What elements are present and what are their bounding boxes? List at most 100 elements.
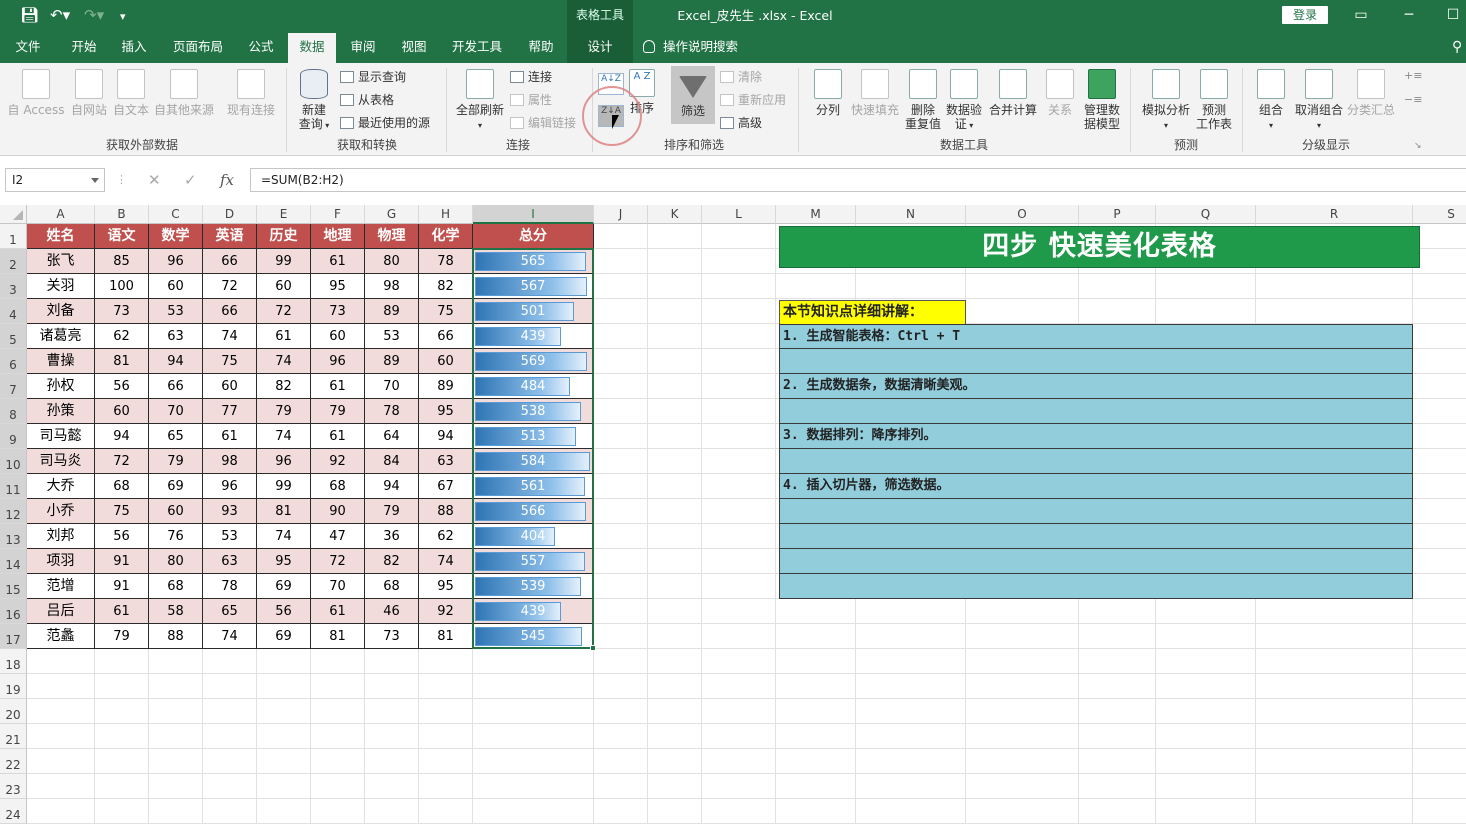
column-header-m[interactable]: M xyxy=(776,205,856,224)
flash-fill-button[interactable]: 快速填充 xyxy=(848,69,902,117)
note-row[interactable] xyxy=(779,574,1413,599)
table-cell[interactable]: 92 xyxy=(311,449,365,474)
row-header-2[interactable]: 2 xyxy=(0,249,27,274)
table-cell[interactable]: 司马炎 xyxy=(27,449,95,474)
table-cell[interactable]: 65 xyxy=(203,599,257,624)
table-cell[interactable]: 73 xyxy=(311,299,365,324)
tell-me-search[interactable]: 操作说明搜索 xyxy=(643,31,738,63)
from-text-button[interactable]: 自文本 xyxy=(110,69,152,117)
row-header-6[interactable]: 6 xyxy=(0,349,27,374)
table-cell[interactable]: 项羽 xyxy=(27,549,95,574)
table-cell[interactable]: 79 xyxy=(149,449,203,474)
minimize-icon[interactable]: ─ xyxy=(1386,0,1432,31)
table-cell[interactable]: 94 xyxy=(419,424,473,449)
dialog-launcher-icon[interactable]: ↘ xyxy=(1414,141,1422,151)
table-cell[interactable]: 72 xyxy=(95,449,149,474)
table-cell[interactable]: 79 xyxy=(311,399,365,424)
table-cell[interactable]: 73 xyxy=(95,299,149,324)
row-header-13[interactable]: 13 xyxy=(0,524,27,549)
tab-view[interactable]: 视图 xyxy=(392,31,436,63)
row-header-15[interactable]: 15 xyxy=(0,574,27,599)
table-cell[interactable]: 82 xyxy=(419,274,473,299)
table-cell[interactable]: 98 xyxy=(365,274,419,299)
row-header-23[interactable]: 23 xyxy=(0,774,27,799)
table-cell[interactable]: 62 xyxy=(419,524,473,549)
formula-input[interactable]: =SUM(B2:H2) xyxy=(250,168,1466,192)
connections-button[interactable]: 连接 xyxy=(510,69,552,85)
table-cell[interactable]: 曹操 xyxy=(27,349,95,374)
table-cell[interactable]: 81 xyxy=(311,624,365,649)
cancel-icon[interactable]: ✕ xyxy=(148,168,161,192)
reapply-button[interactable]: 重新应用 xyxy=(720,92,786,108)
consolidate-button[interactable]: 合并计算 xyxy=(986,69,1040,117)
table-cell[interactable]: 94 xyxy=(365,474,419,499)
table-cell[interactable]: 99 xyxy=(257,474,311,499)
table-header-cell[interactable]: 历史 xyxy=(257,224,311,249)
table-cell[interactable]: 张飞 xyxy=(27,249,95,274)
table-cell[interactable]: 60 xyxy=(311,324,365,349)
clear-filter-button[interactable]: 清除 xyxy=(720,69,762,85)
table-cell[interactable]: 61 xyxy=(257,324,311,349)
what-if-button[interactable]: 模拟分析 ▾ xyxy=(1138,69,1194,133)
table-cell[interactable]: 范蠡 xyxy=(27,624,95,649)
row-header-8[interactable]: 8 xyxy=(0,399,27,424)
from-other-button[interactable]: 自其他来源 xyxy=(152,69,216,117)
column-header-k[interactable]: K xyxy=(648,205,702,224)
table-cell[interactable]: 孙权 xyxy=(27,374,95,399)
table-cell[interactable]: 61 xyxy=(95,599,149,624)
note-row[interactable] xyxy=(779,399,1413,424)
table-cell[interactable]: 79 xyxy=(95,624,149,649)
forecast-sheet-button[interactable]: 预测 工作表 xyxy=(1194,69,1234,131)
row-header-24[interactable]: 24 xyxy=(0,799,27,824)
table-cell[interactable]: 99 xyxy=(257,249,311,274)
table-cell[interactable]: 68 xyxy=(95,474,149,499)
table-cell[interactable]: 79 xyxy=(365,499,419,524)
table-header-cell[interactable]: 英语 xyxy=(203,224,257,249)
column-header-n[interactable]: N xyxy=(856,205,966,224)
manage-data-model-button[interactable]: 管理数 据模型 xyxy=(1080,69,1124,131)
row-header-12[interactable]: 12 xyxy=(0,499,27,524)
row-header-1[interactable]: 1 xyxy=(0,224,27,249)
column-header-e[interactable]: E xyxy=(257,205,311,224)
tab-help[interactable]: 帮助 xyxy=(518,31,564,63)
table-cell[interactable]: 61 xyxy=(311,599,365,624)
note-row[interactable]: 3. 数据排列：降序排列。 xyxy=(779,424,1413,449)
table-cell[interactable]: 91 xyxy=(95,574,149,599)
table-cell[interactable]: 75 xyxy=(95,499,149,524)
table-cell[interactable]: 79 xyxy=(257,399,311,424)
row-header-5[interactable]: 5 xyxy=(0,324,27,349)
column-header-g[interactable]: G xyxy=(365,205,419,224)
table-cell[interactable]: 74 xyxy=(203,624,257,649)
column-header-o[interactable]: O xyxy=(966,205,1079,224)
table-cell[interactable]: 74 xyxy=(257,524,311,549)
table-cell[interactable]: 63 xyxy=(419,449,473,474)
table-cell[interactable]: 81 xyxy=(257,499,311,524)
tab-formulas[interactable]: 公式 xyxy=(238,31,284,63)
table-cell[interactable]: 89 xyxy=(419,374,473,399)
column-header-p[interactable]: P xyxy=(1079,205,1156,224)
column-header-h[interactable]: H xyxy=(419,205,473,224)
note-row[interactable] xyxy=(779,524,1413,549)
chevron-down-icon[interactable] xyxy=(91,178,99,183)
from-web-button[interactable]: 自网站 xyxy=(68,69,110,117)
tab-insert[interactable]: 插入 xyxy=(112,31,156,63)
row-header-9[interactable]: 9 xyxy=(0,424,27,449)
tab-file[interactable]: 文件 xyxy=(6,31,50,63)
row-header-16[interactable]: 16 xyxy=(0,599,27,624)
table-cell[interactable]: 78 xyxy=(203,574,257,599)
new-query-button[interactable]: 新建 查询 ▾ xyxy=(294,69,334,133)
table-cell[interactable]: 69 xyxy=(257,574,311,599)
table-cell[interactable]: 93 xyxy=(203,499,257,524)
customize-icon[interactable]: ▾ xyxy=(120,8,126,26)
table-cell[interactable]: 84 xyxy=(365,449,419,474)
note-row[interactable] xyxy=(779,499,1413,524)
table-cell[interactable]: 36 xyxy=(365,524,419,549)
table-header-cell[interactable]: 总分 xyxy=(473,224,594,249)
table-cell[interactable]: 66 xyxy=(149,374,203,399)
table-cell[interactable]: 65 xyxy=(149,424,203,449)
table-cell[interactable]: 诸葛亮 xyxy=(27,324,95,349)
refresh-all-button[interactable]: 全部刷新 ▾ xyxy=(452,69,508,133)
table-cell[interactable]: 94 xyxy=(149,349,203,374)
insert-function-icon[interactable]: fx xyxy=(220,168,234,192)
column-header-b[interactable]: B xyxy=(95,205,149,224)
